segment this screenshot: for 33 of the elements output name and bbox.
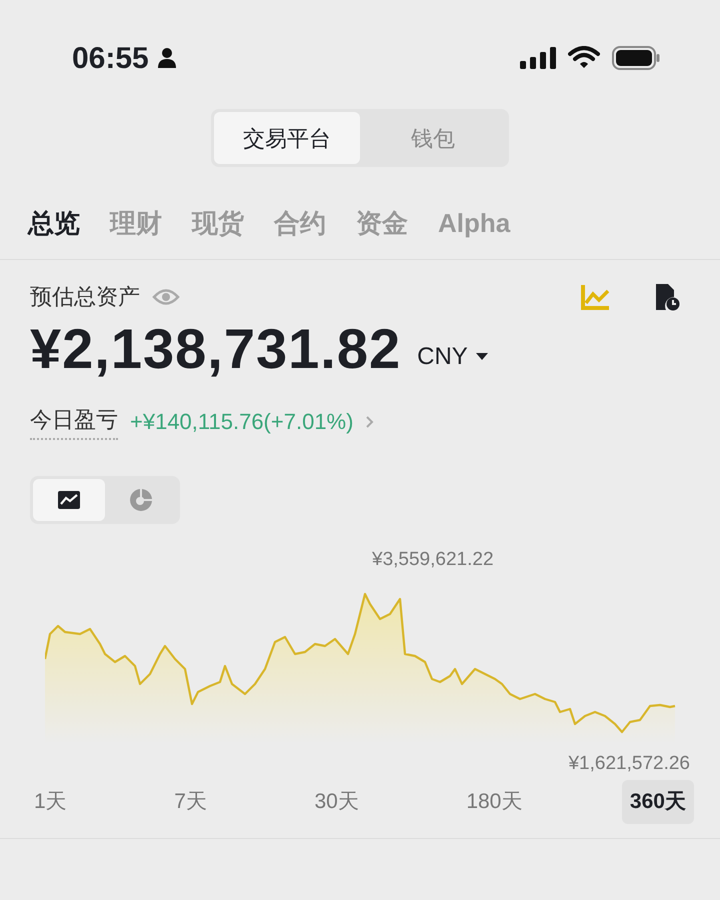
document-clock-icon[interactable] <box>654 282 680 312</box>
total-balance: ¥2,138,731.82 <box>30 321 402 377</box>
range-tab[interactable]: 1天 <box>26 780 75 824</box>
max-value-label: ¥3,559,621.22 <box>372 548 494 572</box>
balance-label: 预估总资产 <box>30 283 140 311</box>
battery-icon <box>612 46 660 70</box>
chevron-right-icon[interactable] <box>365 414 376 428</box>
caret-icon <box>476 353 488 361</box>
nav-tab[interactable]: 现货 <box>192 204 244 242</box>
nav-tab[interactable]: 理财 <box>110 204 162 242</box>
pnl-value: +¥140,115.76(+7.01%) <box>130 408 354 436</box>
min-value-label: ¥1,621,572.26 <box>568 752 690 776</box>
nav-tab[interactable]: Alpha <box>438 204 510 242</box>
nav-tab[interactable]: 资金 <box>356 204 408 242</box>
range-tab[interactable]: 180天 <box>458 780 530 824</box>
pie-chart-icon <box>129 488 153 512</box>
range-tab[interactable]: 360天 <box>622 780 694 824</box>
segment-tab[interactable]: 钱包 <box>360 112 506 164</box>
range-tab[interactable]: 30天 <box>306 780 367 824</box>
nav-tab[interactable]: 合约 <box>274 204 326 242</box>
eye-icon[interactable] <box>152 288 180 306</box>
pnl-label: 今日盈亏 <box>30 403 118 440</box>
status-time: 06:55 <box>72 40 149 76</box>
range-tab[interactable]: 7天 <box>166 780 215 824</box>
nav-tab[interactable]: 总览 <box>28 204 80 242</box>
line-chart-icon <box>58 491 80 509</box>
currency-selector[interactable]: CNY <box>417 339 488 377</box>
line-chart-icon[interactable] <box>580 282 610 310</box>
chart-view-tab[interactable] <box>33 479 105 521</box>
wifi-icon <box>568 46 600 70</box>
signal-icon <box>520 47 556 69</box>
person-icon <box>156 47 177 69</box>
segment-tab[interactable]: 交易平台 <box>214 112 360 164</box>
